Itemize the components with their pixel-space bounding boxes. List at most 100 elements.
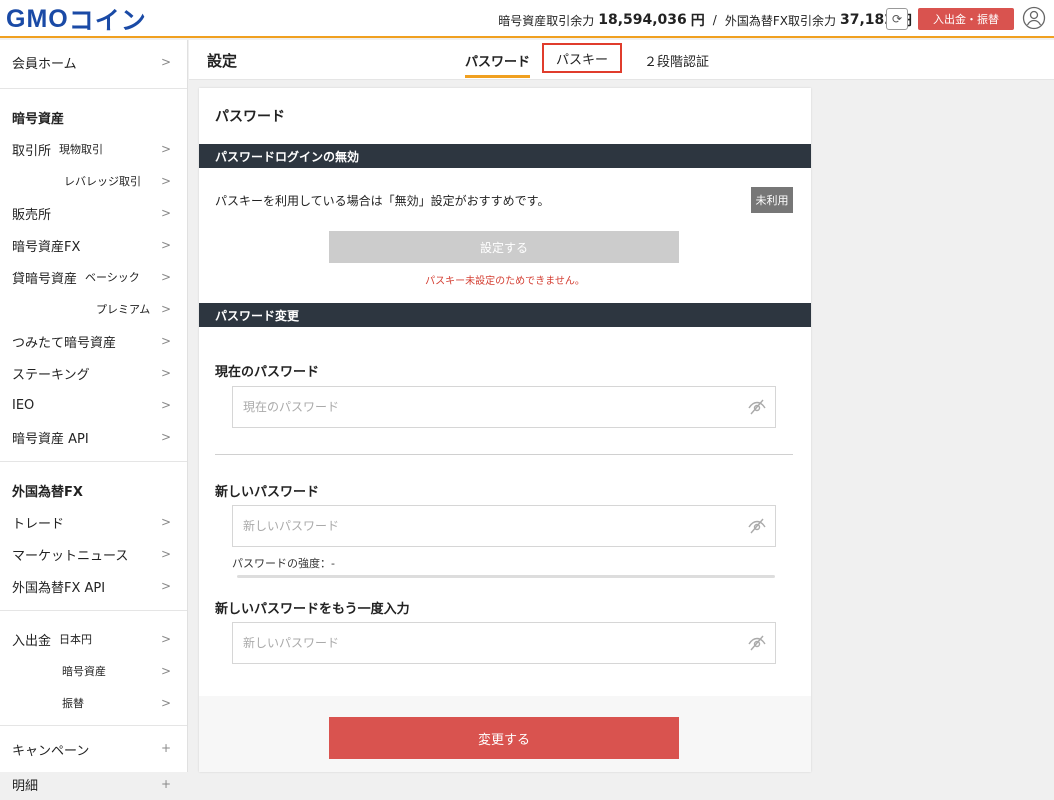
eye-slash-icon[interactable] xyxy=(747,635,767,651)
sidebar-subitem-label: レバレッジ取引 xyxy=(64,175,141,188)
sidebar-item-label: マーケットニュース xyxy=(12,548,129,564)
sidebar-item-exchange-leverage[interactable]: レバレッジ取引 > xyxy=(0,165,187,197)
confirm-password-input[interactable] xyxy=(232,622,776,664)
sidebar-item-transfer[interactable]: 振替 > xyxy=(0,687,187,719)
logo-coin-text: コイン xyxy=(68,7,147,35)
eye-slash-icon[interactable] xyxy=(747,518,767,534)
tab-passkey[interactable]: パスキー xyxy=(542,43,623,73)
chevron-right-icon: > xyxy=(160,398,171,412)
chevron-right-icon: > xyxy=(160,547,171,561)
chevron-right-icon: > xyxy=(160,206,171,220)
sidebar-item-sales[interactable]: 販売所 > xyxy=(0,197,187,229)
sidebar-item-home[interactable]: 会員ホーム > xyxy=(0,40,187,84)
plus-icon: + xyxy=(160,741,171,755)
sidebar-section-fx: 外国為替FX xyxy=(12,484,83,500)
crypto-balance-label: 暗号資産取引余力 xyxy=(498,13,595,28)
sidebar-item-fx-api[interactable]: 外国為替FX API > xyxy=(0,570,187,602)
sidebar-item-deposit-jpy[interactable]: 入出金 日本円 > xyxy=(0,623,187,655)
confirm-password-label: 新しいパスワードをもう一度入力 xyxy=(215,602,410,617)
passkey-error-note: パスキー未設定のためできません。 xyxy=(425,276,585,287)
sidebar-item-lending-basic[interactable]: 貸暗号資産 ベーシック > xyxy=(0,261,187,293)
page-title: 設定 xyxy=(207,52,238,70)
chevron-right-icon: > xyxy=(160,270,171,284)
tab-two-factor[interactable]: ２段階認証 xyxy=(644,40,709,80)
sidebar-subitem-label: 現物取引 xyxy=(59,143,104,156)
sidebar-item-staking[interactable]: ステーキング > xyxy=(0,357,187,389)
password-strength-bar xyxy=(237,575,775,578)
chevron-right-icon: > xyxy=(160,515,171,529)
sidebar-nav: 会員ホーム > 暗号資産 取引所 現物取引 > レバレッジ取引 > 販売所 > 暗… xyxy=(0,40,188,794)
sidebar-item-label: 明細 xyxy=(12,778,39,794)
plus-icon: + xyxy=(160,777,171,791)
sidebar-subitem-label: 振替 xyxy=(62,697,84,710)
sidebar-item-campaign[interactable]: キャンペーン + xyxy=(0,730,187,768)
section-header-disable-login: パスワードログインの無効 xyxy=(199,144,811,168)
change-password-button[interactable]: 変更する xyxy=(329,717,679,759)
sidebar-item-label: 外国為替FX API xyxy=(12,580,106,596)
crypto-balance-value: 18,594,036 xyxy=(598,12,687,28)
sidebar-item-label: 貸暗号資産 xyxy=(12,271,78,287)
password-settings-card: パスワード パスワードログインの無効 パスキーを利用している場合は「無効」設定が… xyxy=(199,88,811,772)
balance-separator: / xyxy=(712,13,717,27)
new-password-label: 新しいパスワード xyxy=(215,485,320,500)
balance-summary: 暗号資産取引余力 18,594,036 円 / 外国為替FX取引余力 37,18… xyxy=(498,10,912,30)
sidebar-divider xyxy=(0,461,187,462)
sidebar-item-label: 販売所 xyxy=(12,207,52,223)
chevron-right-icon: > xyxy=(160,632,171,646)
sidebar-item-ieo[interactable]: IEO > xyxy=(0,389,187,421)
crypto-balance-unit: 円 xyxy=(690,13,705,29)
sidebar-item-market-news[interactable]: マーケットニュース > xyxy=(0,538,187,570)
sidebar-item-crypto-api[interactable]: 暗号資産 API > xyxy=(0,421,187,453)
sidebar-item-exchange-spot[interactable]: 取引所 現物取引 > xyxy=(0,133,187,165)
chevron-right-icon: > xyxy=(160,174,171,188)
user-account-icon[interactable] xyxy=(1022,6,1046,30)
fx-balance-label: 外国為替FX取引余力 xyxy=(724,13,836,28)
sidebar-subitem-label: ベーシック xyxy=(85,271,140,284)
sidebar-item-label: つみたて暗号資産 xyxy=(12,335,117,351)
chevron-right-icon: > xyxy=(160,238,171,252)
chevron-right-icon: > xyxy=(160,142,171,156)
refresh-icon: ⟳ xyxy=(891,12,903,26)
set-disable-button[interactable]: 設定する xyxy=(329,231,679,263)
card-title: パスワード xyxy=(215,109,285,125)
sidebar-subitem-label: プレミアム xyxy=(96,303,151,316)
top-header: GMO コイン 暗号資産取引余力 18,594,036 円 / 外国為替FX取引余… xyxy=(0,0,1054,38)
section-divider xyxy=(215,454,793,455)
chevron-right-icon: > xyxy=(160,366,171,380)
new-password-input[interactable] xyxy=(232,505,776,547)
sidebar-item-label: IEO xyxy=(12,397,35,413)
sidebar-item-crypto-fx[interactable]: 暗号資産FX > xyxy=(0,229,187,261)
gmo-coin-logo[interactable]: GMO コイン xyxy=(6,4,147,36)
sidebar-item-label: 取引所 xyxy=(12,143,52,159)
current-password-label: 現在のパスワード xyxy=(215,365,320,380)
sidebar-divider xyxy=(0,88,187,89)
sidebar-item-label: ステーキング xyxy=(12,367,90,383)
chevron-right-icon: > xyxy=(160,55,171,69)
sidebar-item-label: キャンペーン xyxy=(12,743,90,759)
password-strength-text: パスワードの強度：- xyxy=(232,557,335,570)
chevron-right-icon: > xyxy=(160,664,171,678)
current-password-input[interactable] xyxy=(232,386,776,428)
sidebar-item-deposit-crypto[interactable]: 暗号資産 > xyxy=(0,655,187,687)
refresh-button[interactable]: ⟳ xyxy=(886,8,908,30)
deposit-transfer-button[interactable]: 入出金・振替 xyxy=(918,8,1014,30)
sidebar-item-label: 会員ホーム xyxy=(12,56,77,72)
eye-slash-icon[interactable] xyxy=(747,399,767,415)
status-badge: 未利用 xyxy=(751,187,793,213)
settings-topbar: 設定 パスワード パスキー ２段階認証 xyxy=(189,40,1054,80)
sidebar-item-tsumitate[interactable]: つみたて暗号資産 > xyxy=(0,325,187,357)
sidebar-item-trade[interactable]: トレード > xyxy=(0,506,187,538)
tab-password[interactable]: パスワード xyxy=(465,40,531,80)
sidebar-item-statements[interactable]: 明細 + xyxy=(0,768,187,800)
chevron-right-icon: > xyxy=(160,579,171,593)
sidebar-item-lending-premium[interactable]: プレミアム > xyxy=(0,293,187,325)
sidebar-item-label: 入出金 xyxy=(12,633,52,649)
sidebar-subitem-label: 暗号資産 xyxy=(62,665,106,678)
logo-gmo-text: GMO xyxy=(6,4,69,33)
chevron-right-icon: > xyxy=(160,334,171,348)
sidebar-divider xyxy=(0,725,187,726)
chevron-right-icon: > xyxy=(160,696,171,710)
sidebar-item-label: トレード xyxy=(12,516,65,532)
chevron-right-icon: > xyxy=(160,302,171,316)
sidebar-section-crypto: 暗号資産 xyxy=(12,111,65,127)
